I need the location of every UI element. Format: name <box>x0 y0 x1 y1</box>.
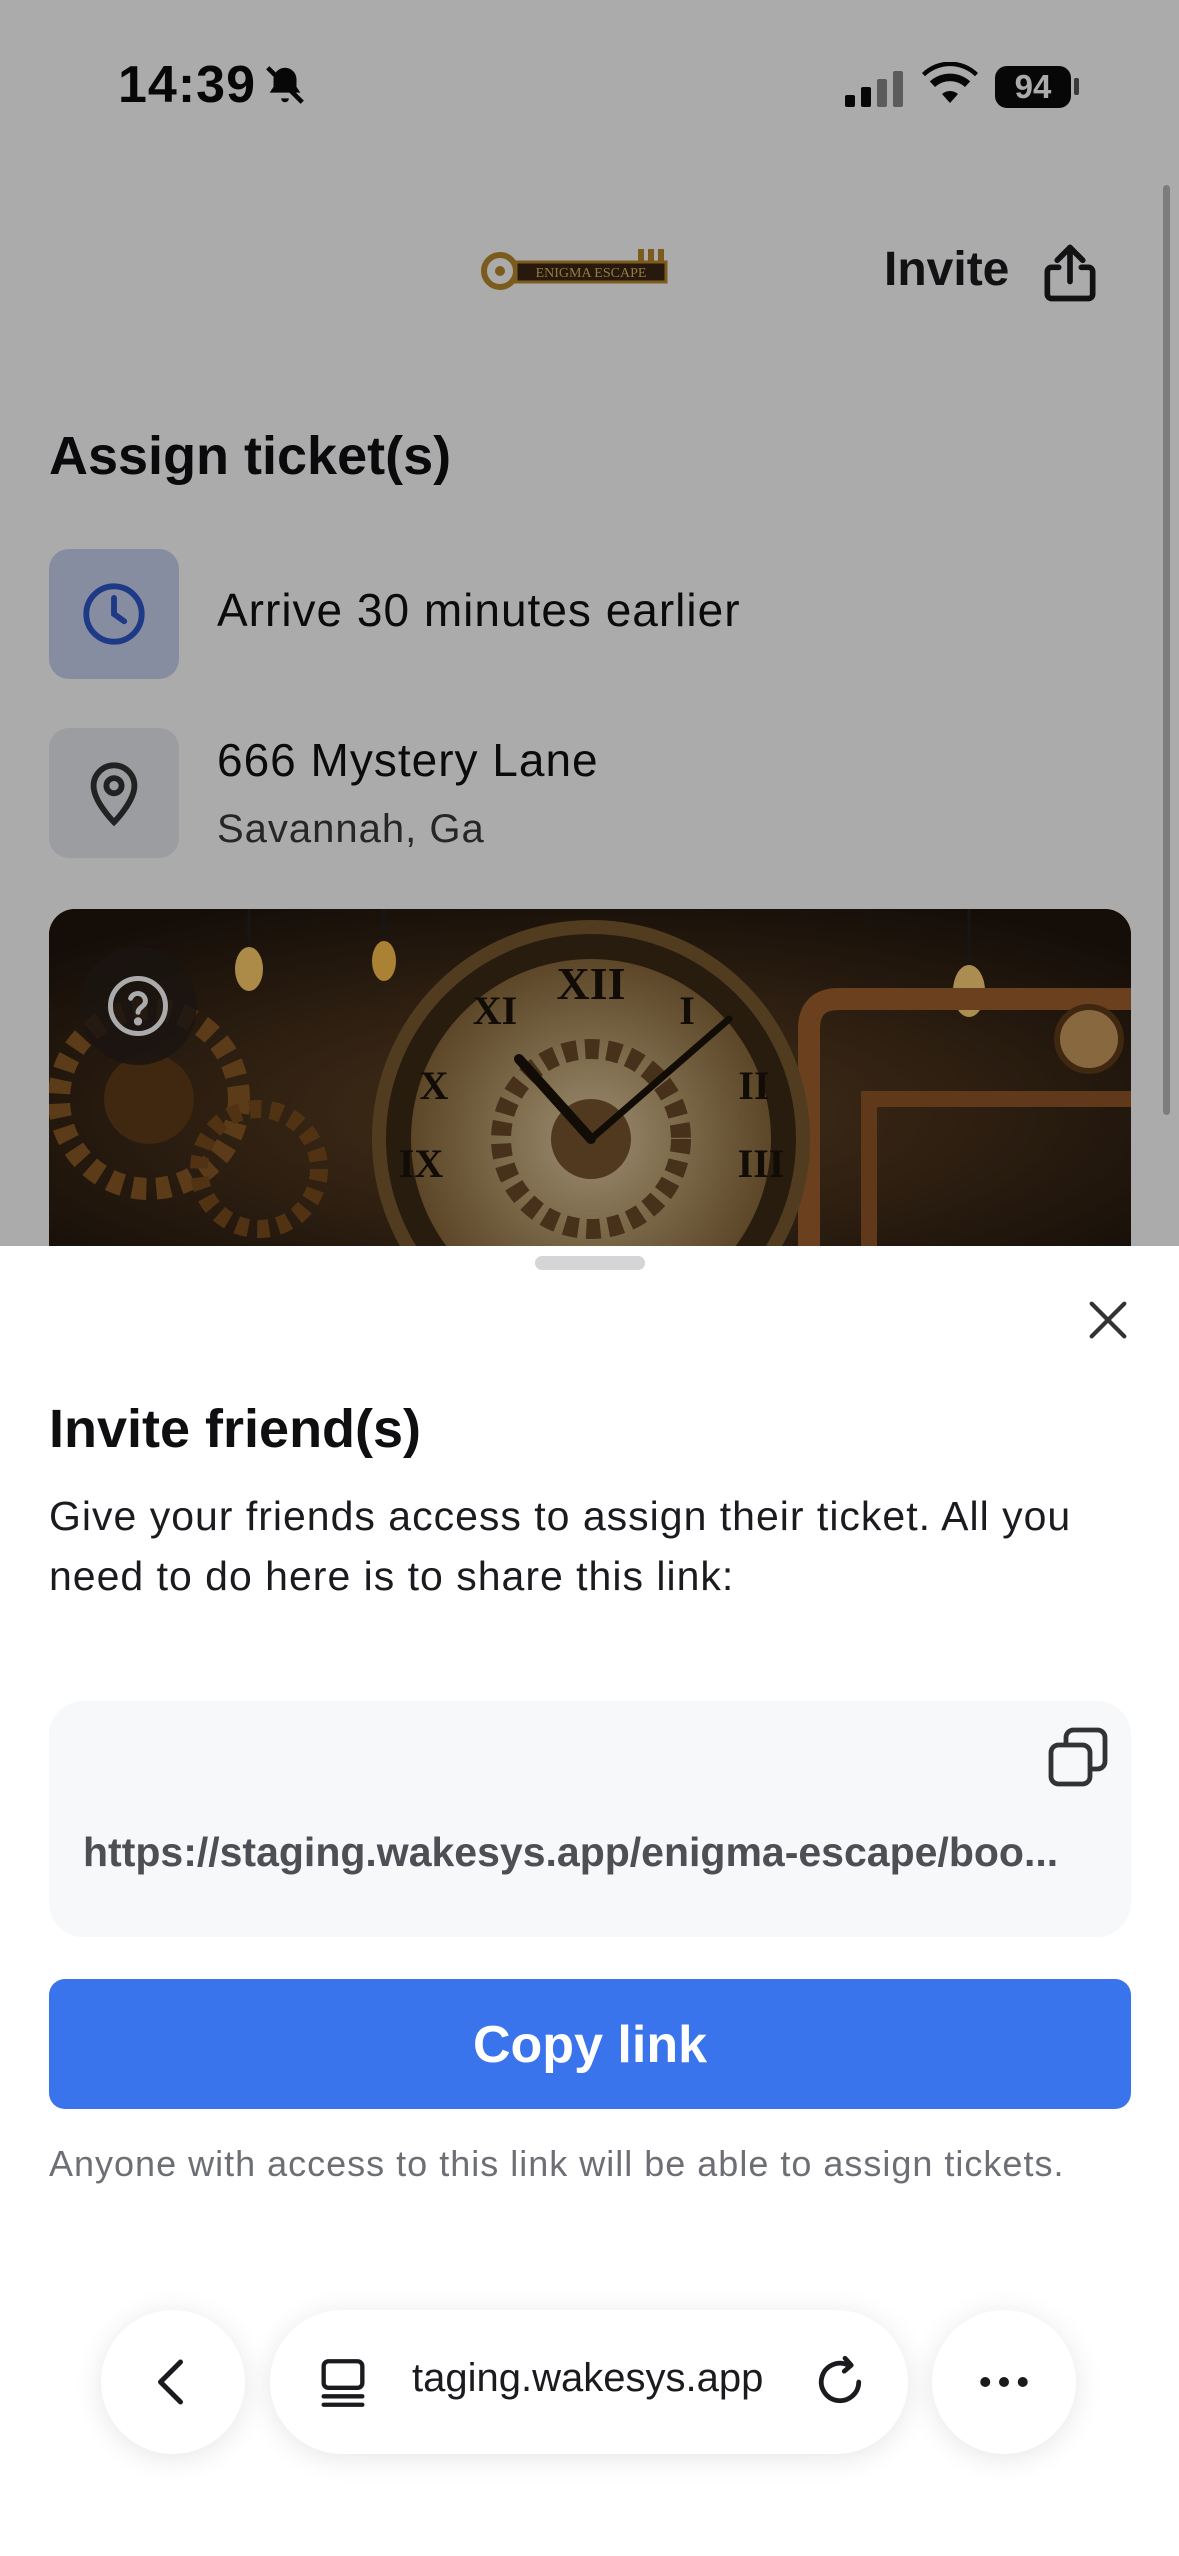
address-bar-url[interactable]: taging.wakesys.app <box>412 2356 763 2401</box>
copy-icon[interactable] <box>1042 1721 1114 1793</box>
link-access-note: Anyone with access to this link will be … <box>49 2143 1065 2184</box>
sheet-grabber[interactable] <box>535 1256 645 1270</box>
reload-icon[interactable] <box>810 2352 870 2412</box>
browser-more-button[interactable] <box>932 2310 1076 2454</box>
tabs-icon[interactable] <box>314 2354 372 2412</box>
more-dots-icon <box>980 2377 1028 2387</box>
address-bar[interactable]: taging.wakesys.app <box>270 2310 908 2454</box>
sheet-description: Give your friends access to assign their… <box>49 1493 1072 1599</box>
close-icon[interactable] <box>1080 1292 1136 1348</box>
browser-back-button[interactable] <box>101 2310 245 2454</box>
copy-link-button[interactable]: Copy link <box>49 1979 1131 2109</box>
sheet-title: Invite friend(s) <box>49 1399 422 1459</box>
chevron-left-icon <box>158 2359 183 2405</box>
invite-link-text[interactable]: https://staging.wakesys.app/enigma-escap… <box>83 1829 1133 1876</box>
modal-scrim[interactable] <box>0 0 1179 1246</box>
invite-link-field[interactable]: https://staging.wakesys.app/enigma-escap… <box>49 1701 1131 1937</box>
